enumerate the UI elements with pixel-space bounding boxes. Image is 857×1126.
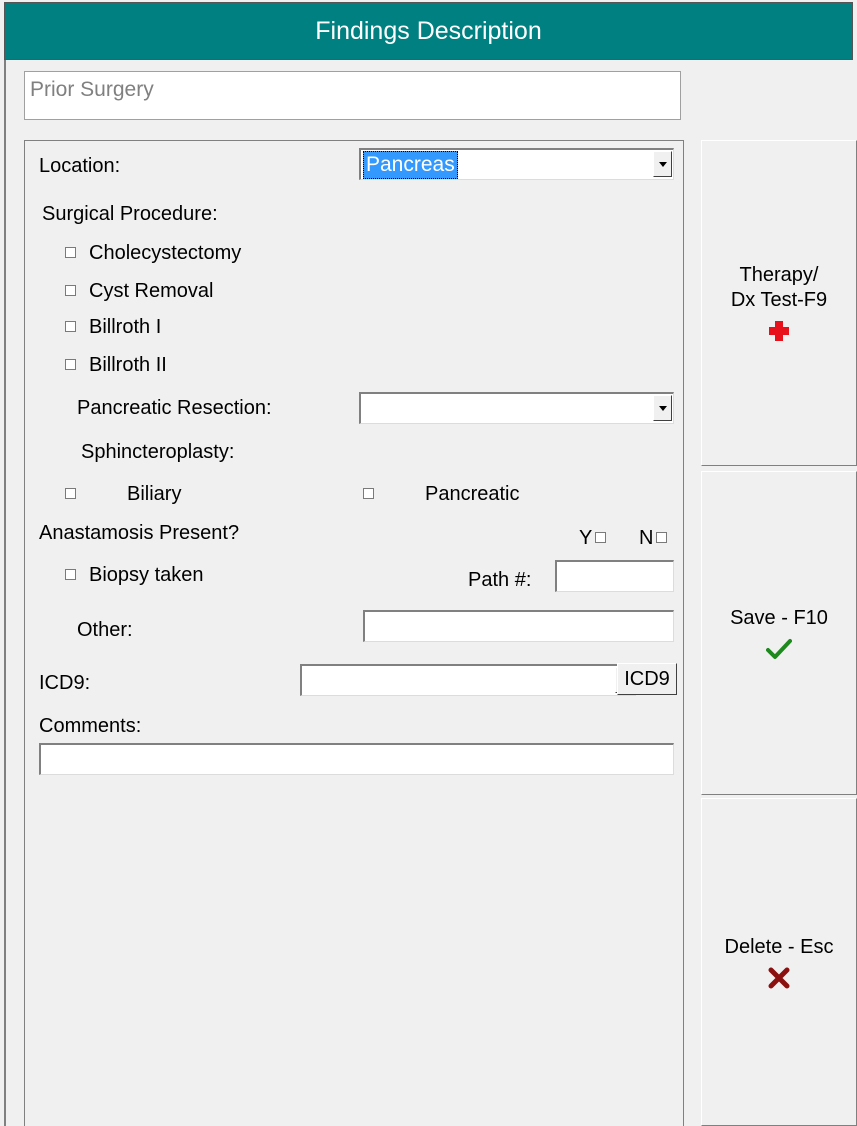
comments-label: Comments: <box>39 715 142 737</box>
red-x-icon <box>768 966 790 990</box>
billroth-i-checkbox[interactable] <box>65 321 76 332</box>
save-label: Save - F10 <box>730 606 828 629</box>
pancreatic-label: Pancreatic <box>425 483 520 505</box>
path-number-label: Path #: <box>468 569 532 591</box>
icd9-lookup-button[interactable]: ICD9 <box>617 663 677 695</box>
biliary-label: Biliary <box>127 483 182 505</box>
pancreatic-resection-dropdown[interactable] <box>359 392 674 424</box>
biopsy-taken-label: Biopsy taken <box>89 564 204 586</box>
location-dropdown[interactable]: Pancreas <box>359 148 674 180</box>
icd9-dropdown[interactable] <box>300 664 636 696</box>
biliary-checkbox[interactable] <box>65 488 76 499</box>
location-selected-value: Pancreas <box>363 151 458 179</box>
delete-label: Delete - Esc <box>724 935 834 958</box>
red-cross-icon <box>768 319 790 343</box>
other-label: Other: <box>77 619 133 641</box>
window-title: Findings Description <box>4 2 853 60</box>
anastamosis-label: Anastamosis Present? <box>39 522 240 544</box>
billroth-i-label: Billroth I <box>89 316 162 338</box>
findings-description-window: Findings Description Prior Surgery Locat… <box>0 0 857 1126</box>
sphincteroplasty-label: Sphincteroplasty: <box>81 441 235 463</box>
comments-input[interactable] <box>39 743 674 775</box>
anastamosis-yes-checkbox[interactable] <box>595 532 606 543</box>
other-input[interactable] <box>363 610 674 642</box>
finding-subject-field[interactable]: Prior Surgery <box>24 71 681 120</box>
pancreatic-resection-label: Pancreatic Resection: <box>77 397 272 419</box>
cyst-removal-checkbox[interactable] <box>65 285 76 296</box>
window-left-border <box>4 60 6 1126</box>
therapy-dx-test-button[interactable]: Therapy/ Dx Test-F9 <box>701 140 857 466</box>
anastamosis-no-checkbox[interactable] <box>656 532 667 543</box>
cyst-removal-label: Cyst Removal <box>89 280 214 302</box>
delete-button[interactable]: Delete - Esc <box>701 798 857 1126</box>
save-button[interactable]: Save - F10 <box>701 471 857 795</box>
billroth-ii-label: Billroth II <box>89 354 167 376</box>
icd9-label: ICD9: <box>39 672 91 694</box>
billroth-ii-checkbox[interactable] <box>65 359 76 370</box>
form-panel: Location: Pancreas Surgical Procedure: C… <box>24 140 684 1126</box>
location-label: Location: <box>39 155 121 177</box>
anastamosis-no-label: N <box>639 527 654 549</box>
pancreatic-checkbox[interactable] <box>363 488 374 499</box>
green-checkmark-icon <box>766 637 792 661</box>
surgical-procedure-label: Surgical Procedure: <box>42 203 218 225</box>
cholecystectomy-checkbox[interactable] <box>65 247 76 258</box>
anastamosis-yes-label: Y <box>579 527 593 549</box>
pancreatic-resection-dropdown-arrow-icon[interactable] <box>653 395 672 421</box>
therapy-dx-test-label: Therapy/ Dx Test-F9 <box>730 264 828 311</box>
path-number-input[interactable] <box>555 560 674 592</box>
cholecystectomy-label: Cholecystectomy <box>89 242 242 264</box>
location-dropdown-arrow-icon[interactable] <box>653 151 672 177</box>
biopsy-taken-checkbox[interactable] <box>65 569 76 580</box>
